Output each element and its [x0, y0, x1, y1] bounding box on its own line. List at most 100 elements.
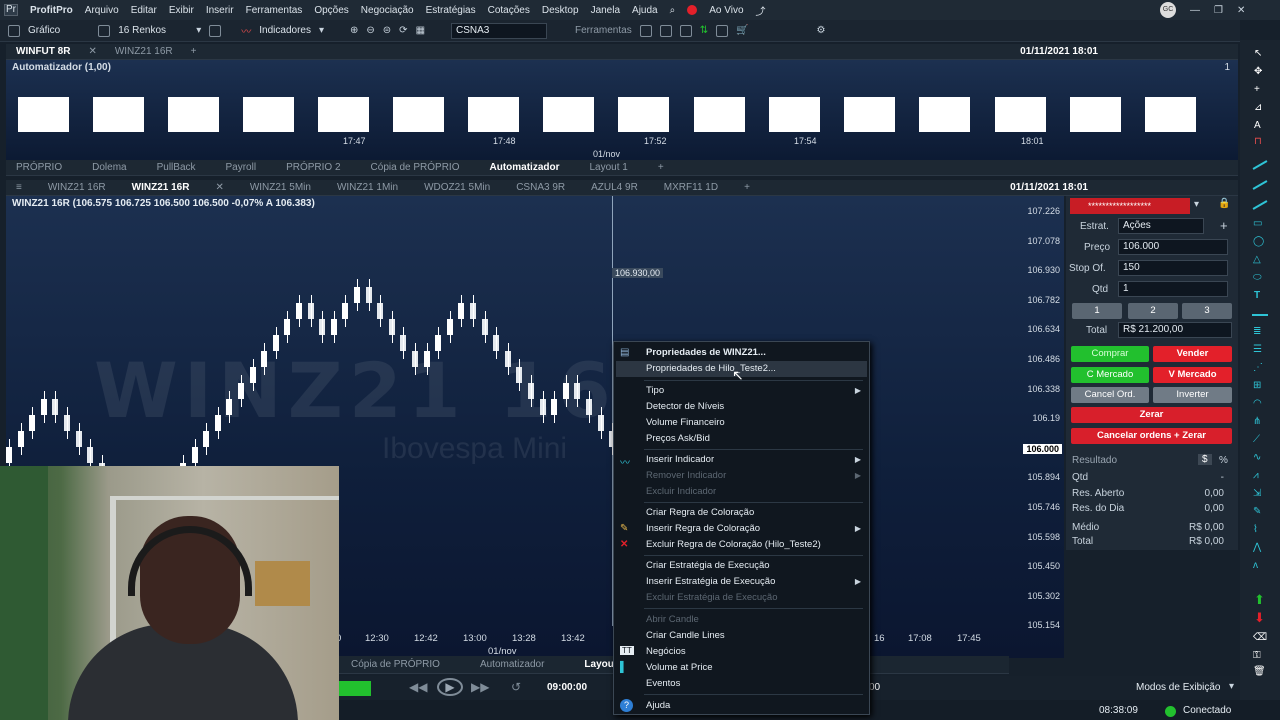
layout-tab-layout1[interactable]: Layout 1 [589, 162, 627, 173]
measure-icon[interactable]: ⇲ [1253, 488, 1261, 499]
menu-negociacao[interactable]: Negociação [361, 5, 414, 16]
layout-tab-proprio2[interactable]: PRÓPRIO 2 [286, 162, 340, 173]
circle-icon[interactable]: ◯ [1253, 236, 1264, 247]
rectangle-icon[interactable]: ▭ [1253, 218, 1262, 229]
chart-tab-active[interactable]: WINZ21 16R [132, 182, 190, 193]
menu-item-eventos[interactable]: Eventos [646, 678, 680, 689]
menu-janela[interactable]: Janela [591, 5, 620, 16]
add-tab-icon[interactable]: + [744, 182, 750, 193]
cycle-icon[interactable]: ∿ [1253, 452, 1261, 463]
green-action-button[interactable] [339, 681, 371, 696]
menu-item-volume-financeiro[interactable]: Volume Financeiro [646, 417, 725, 428]
chart-tab[interactable]: CSNA3 9R [516, 182, 565, 193]
text-icon[interactable]: A [1254, 120, 1261, 131]
menu-item-ask-bid[interactable]: Preços Ask/Bid [646, 433, 710, 444]
menu-cotacoes[interactable]: Cotações [488, 5, 530, 16]
trendline-icon[interactable] [1252, 160, 1268, 170]
layout-tab-dolema[interactable]: Dolema [92, 162, 126, 173]
zoom-in-icon[interactable]: ⊕ [350, 25, 358, 36]
path-icon[interactable]: ⌇ [1253, 524, 1258, 535]
indicators-button[interactable]: Indicadores [259, 25, 311, 36]
regression-icon[interactable]: ⟋ [1253, 434, 1260, 445]
arrow-down-icon[interactable]: ⬇ [1254, 610, 1265, 626]
cart-icon[interactable]: 🛒 [736, 25, 748, 36]
bottom-tab-copia[interactable]: Cópia de PRÓPRIO [351, 659, 440, 670]
display-modes-button[interactable]: Modos de Exibição [1136, 682, 1221, 693]
menu-item-candle-lines[interactable]: Criar Candle Lines [646, 630, 725, 641]
zoom-fit-icon[interactable]: ⊜ [383, 25, 391, 36]
live-label[interactable]: Ao Vivo [709, 5, 743, 16]
lock-drawing-icon[interactable]: ⚿ [1253, 650, 1261, 661]
share-icon[interactable]: ⤴ [756, 3, 766, 18]
menu-item-properties-winz[interactable]: Propriedades de WINZ21... [646, 347, 766, 358]
menu-item-tipo[interactable]: Tipo [646, 385, 664, 396]
buy-button[interactable]: Comprar [1071, 346, 1149, 362]
minimize-icon[interactable]: — [1190, 5, 1200, 16]
lock-icon[interactable]: 🔒 [1218, 198, 1230, 209]
replay-time[interactable]: 09:00:00 [547, 682, 587, 693]
zero-button[interactable]: Zerar [1071, 407, 1232, 423]
menu-item-properties-hilo[interactable]: Propriedades de Hilo_Teste2... [646, 363, 776, 374]
fibo-ext-icon[interactable]: ☰ [1253, 344, 1262, 355]
elliott-icon[interactable]: ⩘ [1253, 470, 1259, 481]
brush-icon[interactable]: ✎ [1253, 506, 1261, 517]
add-icon[interactable]: + [1220, 218, 1228, 233]
menu-item-criar-estrategia[interactable]: Criar Estratégia de Execução [646, 560, 770, 571]
percent-toggle[interactable]: % [1219, 455, 1228, 466]
magnet-icon[interactable]: ⊓ [1254, 136, 1262, 147]
menu-inserir[interactable]: Inserir [206, 5, 234, 16]
invert-button[interactable]: Inverter [1153, 387, 1232, 403]
qty-input[interactable]: 1 [1118, 281, 1228, 297]
qty-preset-2[interactable]: 2 [1128, 303, 1178, 319]
layout-tab-proprio[interactable]: PRÓPRIO [16, 162, 62, 173]
menu-item-ajuda[interactable]: Ajuda [646, 700, 670, 711]
refresh-icon[interactable]: ⟳ [399, 25, 407, 36]
arrow-up-icon[interactable]: ⬆ [1254, 592, 1265, 608]
ruler-icon[interactable]: ⊿ [1254, 102, 1262, 113]
chevron-down-icon[interactable]: ▾ [319, 25, 324, 36]
cursor-icon[interactable]: ↖ [1254, 48, 1262, 59]
updown-icon[interactable]: ⇅ [700, 25, 708, 36]
arc-icon[interactable]: ◠ [1253, 398, 1262, 409]
menu-item-negocios[interactable]: Negócios [646, 646, 686, 657]
heatmap-icon[interactable] [659, 24, 672, 37]
menu-estrategias[interactable]: Estratégias [426, 5, 476, 16]
qty-preset-1[interactable]: 1 [1072, 303, 1122, 319]
symbol-input[interactable]: CSNA3 [451, 22, 548, 39]
menu-item-inserir-indicador[interactable]: Inserir Indicador [646, 454, 714, 465]
menu-item-inserir-estrategia[interactable]: Inserir Estratégia de Execução [646, 576, 775, 587]
bar-style-icon[interactable] [209, 24, 222, 37]
chevron-down-icon[interactable]: ▾ [196, 25, 201, 36]
renko-select[interactable]: 16 Renkos [118, 25, 188, 36]
menu-editar[interactable]: Editar [131, 5, 157, 16]
layout-tab-pullback[interactable]: PullBack [157, 162, 196, 173]
menu-opcoes[interactable]: Opções [314, 5, 348, 16]
pitchfork-icon[interactable]: ⋔ [1253, 416, 1261, 427]
qty-preset-3[interactable]: 3 [1182, 303, 1232, 319]
sell-market-button[interactable]: V Mercado [1153, 367, 1232, 383]
add-tab-icon[interactable]: + [191, 46, 197, 57]
tab-winfut[interactable]: WINFUT 8R [16, 46, 70, 57]
buy-market-button[interactable]: C Mercado [1071, 367, 1149, 383]
rewind-icon[interactable]: ◀◀ [409, 680, 427, 694]
chevron-down-icon[interactable]: ▾ [1194, 199, 1199, 210]
hline-icon[interactable] [1252, 314, 1268, 316]
tab-winz21-top[interactable]: WINZ21 16R [115, 46, 173, 57]
list-icon[interactable] [716, 24, 729, 37]
chart-tab[interactable]: WINZ21 5Min [250, 182, 311, 193]
cancel-orders-button[interactable]: Cancel Ord. [1071, 387, 1149, 403]
account-select[interactable]: ****************** [1070, 198, 1190, 214]
maximize-icon[interactable]: ❐ [1214, 5, 1223, 16]
menu-ajuda[interactable]: Ajuda [632, 5, 658, 16]
move-icon[interactable]: ✥ [1254, 66, 1262, 77]
book-icon[interactable] [679, 24, 692, 37]
zoom-out-icon[interactable]: ⊖ [366, 25, 374, 36]
window-menu-icon[interactable]: ≡ [16, 182, 22, 193]
replay-icon[interactable]: ↺ [511, 680, 521, 694]
fibo-fan-icon[interactable]: ⋰ [1253, 362, 1263, 373]
layout-tab-copia[interactable]: Cópia de PRÓPRIO [371, 162, 460, 173]
strategy-select[interactable]: Ações [1118, 218, 1204, 234]
triangle-icon[interactable]: △ [1253, 254, 1261, 265]
bottom-tab-automatizador[interactable]: Automatizador [480, 659, 544, 670]
chart-tab[interactable]: WINZ21 16R [48, 182, 106, 193]
